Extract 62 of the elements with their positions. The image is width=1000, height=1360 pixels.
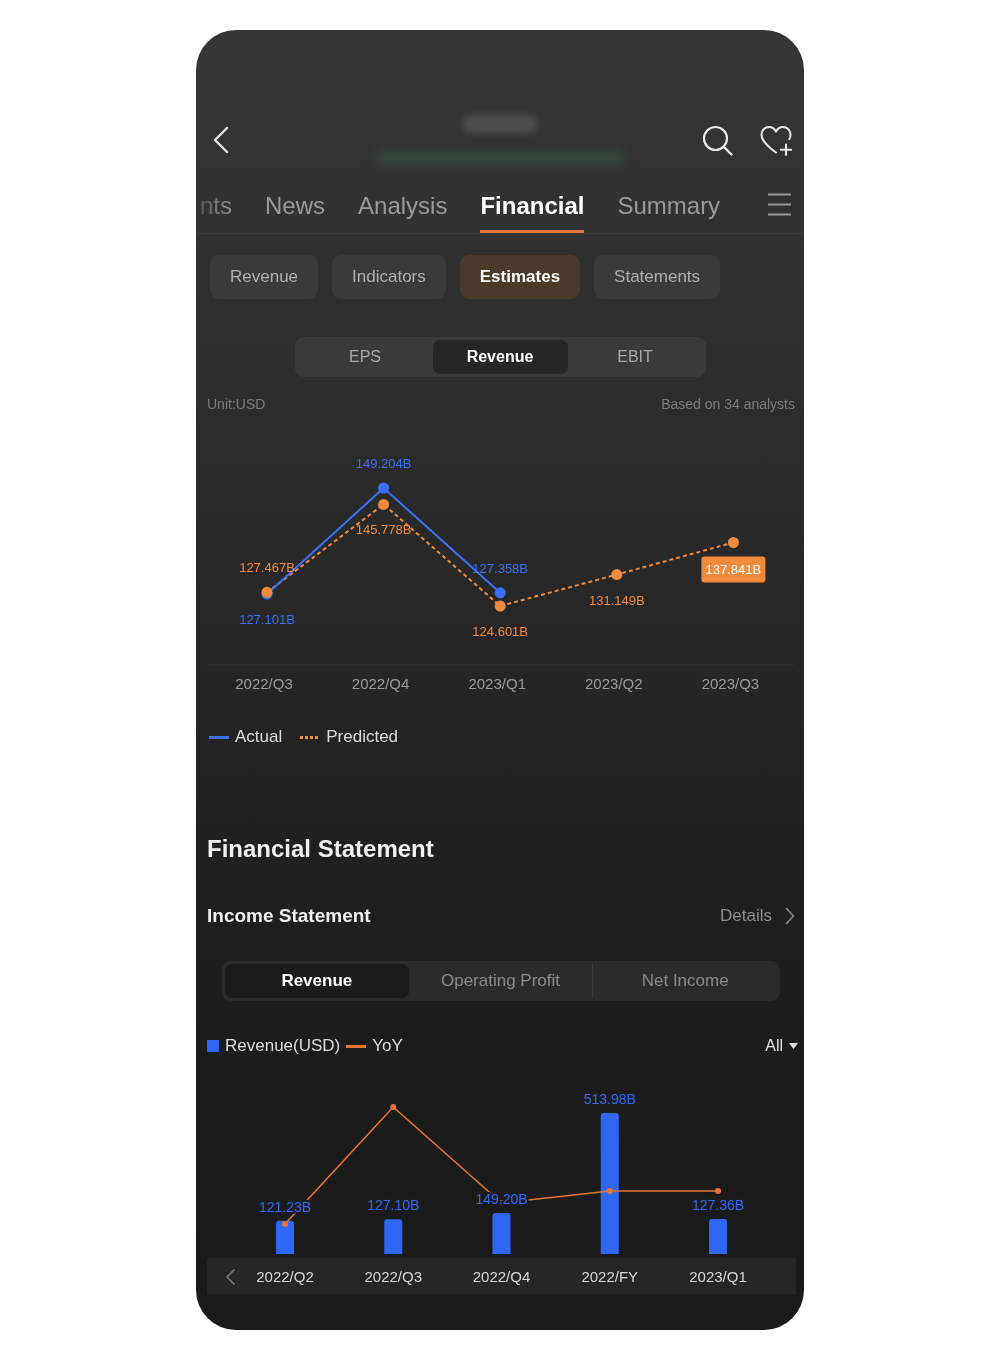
filter-chip[interactable]: Statements (594, 255, 721, 299)
legend-label: Predicted (326, 726, 399, 748)
segment-tab[interactable]: EBIT (567, 340, 703, 374)
search-icon[interactable] (702, 124, 733, 156)
heart-plus-icon[interactable] (760, 124, 793, 156)
legend-label: Revenue(USD) (225, 1035, 341, 1057)
segment-tab[interactable]: EPS (297, 340, 433, 374)
section-title: Financial Statement (206, 834, 435, 863)
data-point (494, 587, 506, 599)
data-label: 127.467B (239, 560, 295, 576)
axis-label: 2023/Q1 (468, 675, 526, 692)
legend-label: Actual (235, 726, 283, 748)
segment-tab[interactable]: Revenue (432, 340, 568, 374)
bar (492, 1213, 511, 1254)
data-label: 513.98B (583, 1091, 636, 1107)
details-link[interactable]: Details (720, 906, 795, 926)
legend-label: YoY (372, 1035, 403, 1057)
axis-label: 2022/FY (581, 1268, 639, 1285)
data-label: 149.204B (355, 456, 412, 471)
subsection-title: Income Statement (207, 905, 371, 927)
data-label: 124.601B (472, 624, 529, 639)
axis-label: 2023/Q3 (701, 675, 760, 692)
tab[interactable]: Analysis (358, 193, 448, 233)
menu-icon[interactable] (767, 193, 792, 216)
data-label: 127.36B (691, 1197, 745, 1214)
data-point (378, 498, 390, 510)
data-point (494, 600, 506, 612)
unit-label: Unit:USD (207, 395, 266, 413)
range-dropdown[interactable]: All (765, 1037, 798, 1055)
data-label: 127.101B (239, 612, 295, 627)
chevron-right-icon (785, 907, 795, 925)
data-label: 127.10B (367, 1197, 420, 1214)
bar (709, 1219, 727, 1254)
data-label: 145.778B (355, 522, 412, 538)
tab[interactable]: Financial (480, 193, 585, 233)
axis-label: 2022/Q3 (235, 675, 293, 692)
axis-label: 2022/Q4 (351, 675, 410, 692)
tab[interactable]: Summary (617, 193, 721, 233)
filter-chip[interactable]: Estimates (459, 255, 581, 299)
tab[interactable]: News (265, 193, 326, 233)
data-label: 137.841B (705, 562, 762, 577)
filter-chip[interactable]: Indicators (332, 255, 446, 299)
data-label: 131.149B (588, 592, 645, 608)
filter-chip[interactable]: Revenue (210, 255, 319, 299)
data-point (378, 482, 390, 494)
axis-label: 2022/Q3 (364, 1268, 422, 1285)
segment-tab[interactable]: Net Income (592, 964, 777, 998)
axis-label: 2023/Q1 (689, 1268, 747, 1285)
value-badge: 137.841B (701, 556, 766, 583)
data-point (611, 569, 623, 581)
data-point (727, 537, 739, 548)
segment-tab[interactable]: Operating Profit (408, 964, 593, 998)
bar (384, 1219, 403, 1254)
axis-label: 2022/Q4 (472, 1268, 531, 1285)
caret-down-icon (789, 1043, 798, 1049)
bar (276, 1220, 294, 1254)
axis-label: 2022/Q2 (256, 1268, 314, 1285)
segment-tab[interactable]: Revenue (225, 964, 409, 998)
axis-label: 2023/Q2 (585, 675, 643, 692)
analyst-count: Based on 34 analysts (661, 395, 795, 413)
data-label: 127.358B (472, 560, 529, 576)
tab[interactable]: nts (200, 193, 232, 233)
